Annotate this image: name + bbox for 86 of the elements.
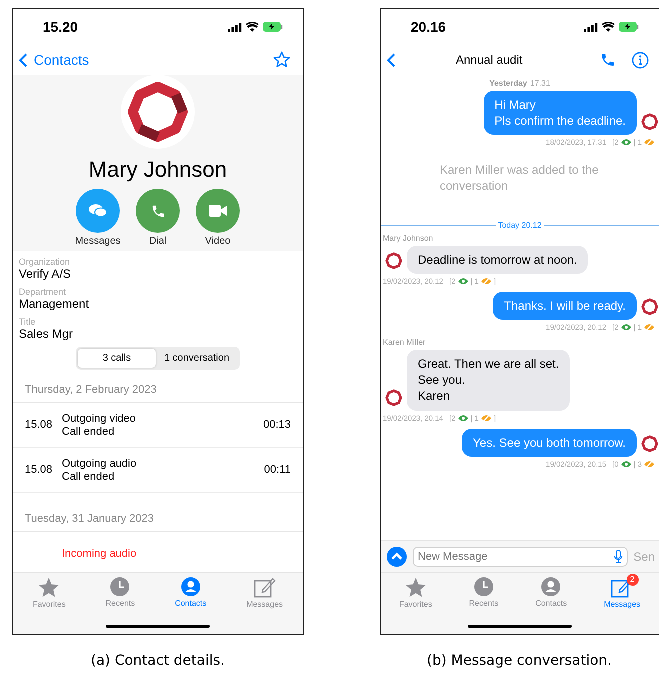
call-time: 15.08: [25, 419, 54, 431]
segment-tab[interactable]: 1 conversation: [156, 349, 238, 368]
time-label: 17.31: [530, 79, 550, 88]
status-time: 20.16: [411, 19, 446, 35]
figure-caption: (b) Message conversation.: [426, 653, 612, 669]
phone-icon[interactable]: [600, 52, 616, 68]
sender-name: Mary Johnson: [382, 234, 434, 243]
eye-icon: [620, 460, 632, 468]
video-camera-icon: [209, 205, 227, 217]
message-bubble: Thanks. I will be ready.: [493, 292, 637, 320]
field-label: Organization: [19, 257, 72, 267]
call-duration: 00:13: [263, 419, 291, 431]
message-bubble: Great. Then we are all set. See you. Karen: [407, 350, 570, 410]
call-type: Incoming audio: [62, 548, 138, 560]
avatar-ring-icon: [641, 113, 659, 132]
eye-slash-icon: [644, 138, 655, 148]
field-value: Management: [19, 297, 90, 311]
sender-name: Karen Miller: [382, 338, 427, 347]
recents-tab[interactable]: Recents: [469, 577, 499, 611]
favorites-tab[interactable]: Favorites: [399, 577, 432, 611]
eye-slash-icon: [644, 460, 655, 469]
signal-icon: [584, 22, 598, 32]
call-time: 15.08: [25, 464, 54, 476]
battery-icon: [263, 22, 283, 32]
recents-tab[interactable]: Recents: [106, 577, 136, 611]
message-bubble: Hi Mary Pls confirm the deadline.: [484, 91, 637, 136]
messages-tab[interactable]: Messages: [246, 577, 284, 611]
conversation-title: Annual audit: [456, 53, 524, 67]
star-icon: [404, 577, 427, 598]
eye-slash-icon: [480, 276, 492, 286]
date-header: Tuesday, 31 January 2023: [13, 513, 303, 532]
person-icon: [180, 577, 201, 597]
field-label: Department: [19, 287, 68, 297]
eye-icon: [620, 139, 632, 146]
call-duration: 00:11: [264, 464, 291, 476]
message-bubble: Yes. See you both tomorrow.: [462, 428, 637, 457]
date-divider-label: Today 20.12: [498, 220, 542, 230]
message-input-field[interactable]: New Message: [413, 546, 628, 566]
back-link[interactable]: Contacts: [19, 52, 90, 68]
wifi-icon: [246, 22, 259, 32]
status-time: 15.20: [43, 19, 78, 35]
call-type: Outgoing audio: [62, 458, 138, 470]
microphone-icon[interactable]: [614, 550, 623, 564]
eye-slash-icon: [644, 322, 655, 332]
message-bubble: Deadline is tomorrow at noon.: [407, 246, 588, 274]
expand-up-icon[interactable]: [387, 546, 407, 566]
info-icon[interactable]: [632, 52, 649, 68]
segment-tab[interactable]: 3 calls: [78, 349, 156, 368]
avatar-ring-icon: [641, 434, 659, 453]
figure-caption: (a) Contact details.: [91, 653, 225, 669]
favorites-tab[interactable]: Favorites: [32, 577, 66, 611]
field-value: Verify A/S: [19, 267, 72, 281]
eye-icon: [458, 414, 469, 422]
back-chevron-icon: [19, 52, 28, 68]
chat-bubbles-icon: [89, 204, 107, 218]
compose-icon: [254, 577, 276, 598]
clock-icon: [474, 577, 494, 597]
avatar-ring-icon: [641, 298, 659, 316]
contacts-tab[interactable]: Contacts: [175, 577, 207, 611]
signal-icon: [228, 22, 242, 32]
battery-icon: [619, 22, 639, 32]
date-header: Thursday, 2 February 2023: [13, 384, 303, 403]
favorite-star-icon[interactable]: [273, 51, 291, 69]
contacts-tab[interactable]: Contacts: [536, 577, 568, 611]
system-message: Karen Miller was added to the conversation: [439, 162, 600, 195]
call-type: Outgoing video: [62, 412, 137, 424]
clock-icon: [110, 577, 130, 597]
field-label: Title: [19, 317, 37, 327]
eye-slash-icon: [480, 414, 492, 422]
back-chevron-icon[interactable]: [387, 52, 396, 68]
wifi-icon: [602, 22, 615, 32]
eye-icon: [458, 278, 469, 285]
unread-badge: 2: [626, 574, 639, 586]
avatar-ring-icon: [385, 252, 403, 270]
contact-name: Mary Johnson: [88, 157, 228, 183]
call-status: Call ended: [62, 470, 116, 482]
send-button[interactable]: Sen: [634, 550, 655, 564]
phone-icon: [150, 204, 166, 218]
messages-tab[interactable]: Messages 2: [604, 577, 641, 611]
avatar-ring-icon: [385, 388, 403, 406]
person-icon: [541, 577, 562, 597]
call-status: Call ended: [62, 426, 116, 438]
star-icon: [38, 577, 60, 598]
field-value: Sales Mgr: [19, 327, 74, 341]
day-label: Yesterday: [490, 79, 528, 88]
eye-icon: [620, 324, 632, 331]
